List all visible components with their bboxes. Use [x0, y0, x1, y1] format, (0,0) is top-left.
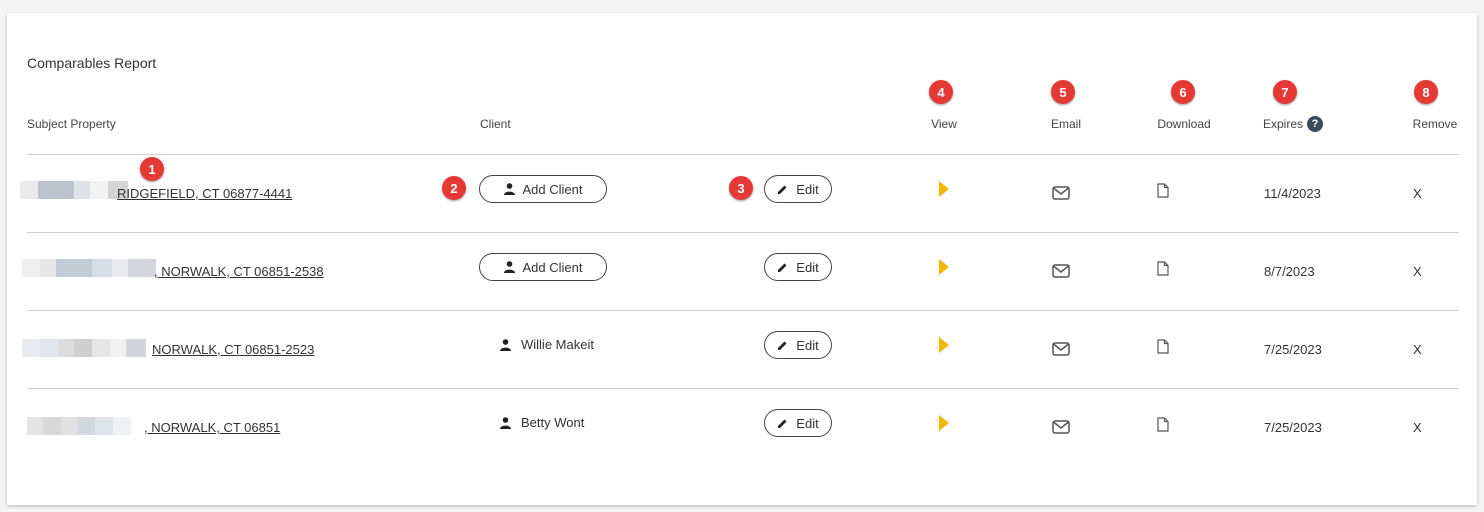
- redacted-address-blur: [20, 181, 128, 199]
- redacted-address-blur: [22, 339, 146, 357]
- client-name-label: Willie Makeit: [521, 337, 594, 352]
- callout-badge-7: 7: [1273, 80, 1297, 104]
- client-name-label: Betty Wont: [521, 415, 585, 430]
- edit-label: Edit: [796, 337, 819, 353]
- expires-date: 7/25/2023: [1264, 420, 1322, 435]
- add-client-label: Add Client: [522, 181, 583, 197]
- download-document-icon[interactable]: [1156, 182, 1170, 198]
- email-envelope-icon[interactable]: [1051, 341, 1071, 357]
- remove-button[interactable]: X: [1413, 264, 1422, 279]
- redacted-address-blur: [27, 417, 131, 435]
- expires-date: 7/25/2023: [1264, 342, 1322, 357]
- add-client-button[interactable]: Add Client: [479, 175, 607, 203]
- person-icon: [503, 183, 515, 195]
- download-document-icon[interactable]: [1156, 260, 1170, 276]
- subject-property-link[interactable]: , NORWALK, CT 06851-2538: [154, 264, 324, 279]
- subject-property-link[interactable]: , NORWALK, CT 06851: [144, 420, 280, 435]
- view-arrow-icon[interactable]: [936, 180, 952, 198]
- callout-badge-8: 8: [1414, 80, 1438, 104]
- person-icon: [500, 338, 511, 351]
- add-client-label: Add Client: [522, 259, 583, 275]
- expires-date: 8/7/2023: [1264, 264, 1315, 279]
- person-icon: [500, 416, 511, 429]
- download-document-icon[interactable]: [1156, 416, 1170, 432]
- email-envelope-icon[interactable]: [1051, 263, 1071, 279]
- view-arrow-icon[interactable]: [936, 258, 952, 276]
- download-document-icon[interactable]: [1156, 338, 1170, 354]
- remove-button[interactable]: X: [1413, 342, 1422, 357]
- report-title: Comparables Report: [27, 55, 157, 71]
- callout-badge-1: 1: [140, 157, 164, 181]
- header-subject-property: Subject Property: [27, 117, 116, 131]
- callout-badge-4: 4: [929, 80, 953, 104]
- header-remove: Remove: [1412, 117, 1458, 131]
- header-email: Email: [1050, 117, 1082, 131]
- edit-label: Edit: [796, 181, 819, 197]
- subject-property-link[interactable]: NORWALK, CT 06851-2523: [152, 342, 314, 357]
- callout-badge-6: 6: [1171, 80, 1195, 104]
- header-client: Client: [480, 117, 511, 131]
- pencil-icon: [778, 185, 787, 194]
- header-download: Download: [1157, 117, 1211, 131]
- view-arrow-icon[interactable]: [936, 414, 952, 432]
- callout-badge-3: 3: [729, 176, 753, 200]
- edit-button[interactable]: Edit: [764, 409, 832, 437]
- client-name: Betty Wont: [500, 415, 584, 430]
- remove-button[interactable]: X: [1413, 186, 1422, 201]
- pencil-icon: [778, 419, 787, 428]
- header-expires: Expires: [1263, 117, 1304, 131]
- callout-badge-5: 5: [1051, 80, 1075, 104]
- redacted-address-blur: [22, 259, 156, 277]
- subject-property-link[interactable]: RIDGEFIELD, CT 06877-4441: [117, 186, 292, 201]
- row-divider: [27, 232, 1459, 233]
- edit-label: Edit: [796, 259, 819, 275]
- header-view: View: [931, 117, 957, 131]
- edit-label: Edit: [796, 415, 819, 431]
- client-name: Willie Makeit: [500, 337, 594, 352]
- add-client-button[interactable]: Add Client: [479, 253, 607, 281]
- person-icon: [503, 261, 515, 273]
- expires-date: 11/4/2023: [1264, 186, 1321, 201]
- callout-badge-2: 2: [442, 176, 466, 200]
- email-envelope-icon[interactable]: [1051, 185, 1071, 201]
- edit-button[interactable]: Edit: [764, 253, 832, 281]
- pencil-icon: [778, 263, 787, 272]
- view-arrow-icon[interactable]: [936, 336, 952, 354]
- edit-button[interactable]: Edit: [764, 331, 832, 359]
- expires-help-icon[interactable]: ?: [1307, 116, 1323, 132]
- edit-button[interactable]: Edit: [764, 175, 832, 203]
- row-divider: [27, 154, 1459, 155]
- email-envelope-icon[interactable]: [1051, 419, 1071, 435]
- remove-button[interactable]: X: [1413, 420, 1422, 435]
- row-divider: [27, 388, 1459, 389]
- row-divider: [27, 310, 1459, 311]
- pencil-icon: [778, 341, 787, 350]
